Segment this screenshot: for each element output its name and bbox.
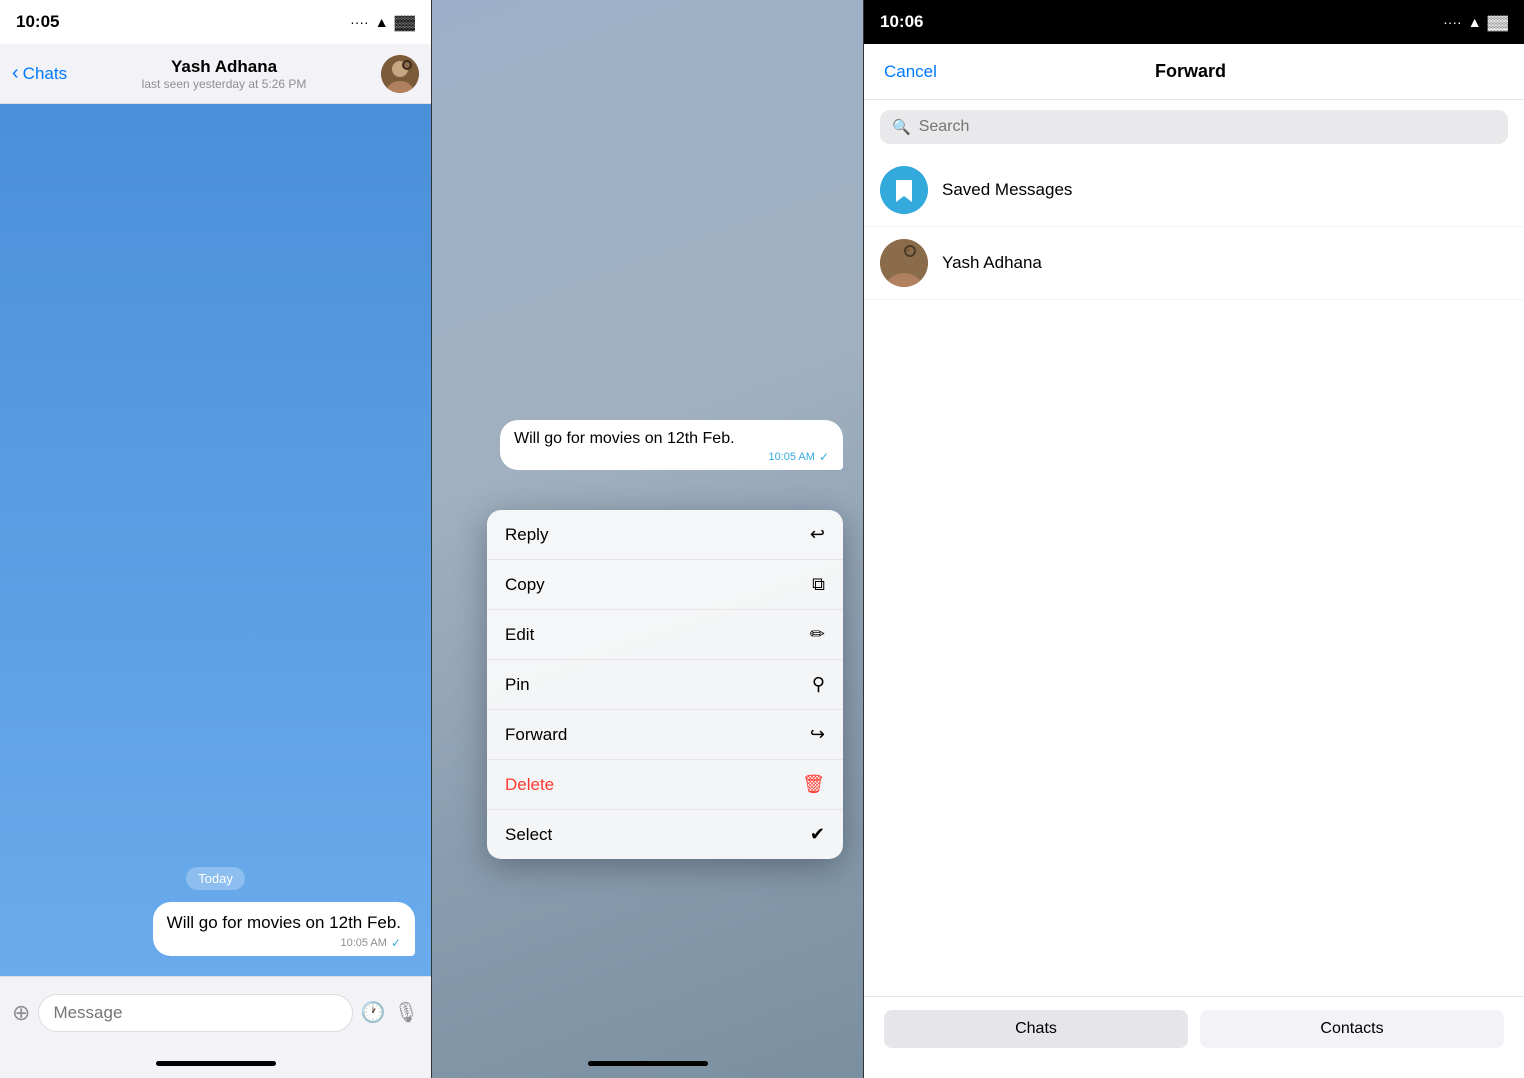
message-bubble[interactable]: Will go for movies on 12th Feb. 10:05 AM…: [153, 902, 415, 956]
forward-wifi-icon: ▲: [1468, 14, 1482, 30]
contacts-list: Saved Messages Yash Adhana: [864, 154, 1524, 996]
message-meta: 10:05 AM ✓: [167, 936, 401, 950]
contact-saved-messages[interactable]: Saved Messages: [864, 154, 1524, 227]
home-bar: [0, 1048, 431, 1078]
context-menu-forward[interactable]: Forward ↪: [487, 710, 843, 760]
context-menu-copy[interactable]: Copy ⧉: [487, 560, 843, 610]
search-bar: 🔍: [864, 100, 1524, 154]
edit-label: Edit: [505, 625, 534, 645]
avatar-image: [381, 55, 419, 93]
saved-messages-name: Saved Messages: [942, 180, 1072, 200]
saved-messages-avatar: [880, 166, 928, 214]
wifi-icon: ▲: [375, 14, 389, 30]
date-pill: Today: [186, 867, 245, 890]
cancel-button[interactable]: Cancel: [884, 62, 937, 82]
context-message-time: 10:05 AM: [768, 451, 814, 463]
chat-panel: 10:05 ···· ▲ ▓▓ ‹ Chats Yash Adhana last…: [0, 0, 432, 1078]
forward-status-time: 10:06: [880, 12, 923, 32]
context-home-indicator: [588, 1061, 708, 1066]
voice-icon[interactable]: 🎙: [394, 1000, 419, 1025]
edit-icon: ✏: [810, 624, 825, 645]
chevron-left-icon: ‹: [12, 62, 19, 85]
back-button[interactable]: ‹ Chats: [12, 62, 67, 85]
delete-icon: 🗑: [802, 774, 825, 795]
chat-nav-bar: ‹ Chats Yash Adhana last seen yesterday …: [0, 44, 431, 104]
battery-icon: ▓▓: [395, 14, 415, 30]
chat-input-bar: ⊕ 🕐 🎙: [0, 976, 431, 1048]
context-message-text: Will go for movies on 12th Feb.: [514, 430, 735, 447]
forward-status-bar: 10:06 ···· ▲ ▓▓: [864, 0, 1524, 44]
yash-avatar: [880, 239, 928, 287]
forward-panel: 10:06 ···· ▲ ▓▓ Cancel Forward 🔍 S: [864, 0, 1524, 1078]
signal-icon: ····: [350, 14, 369, 30]
back-label[interactable]: Chats: [23, 64, 67, 84]
copy-icon: ⧉: [812, 574, 825, 595]
attach-icon[interactable]: ⊕: [12, 1000, 30, 1026]
select-label: Select: [505, 825, 552, 845]
context-menu-select[interactable]: Select ✔: [487, 810, 843, 859]
reply-label: Reply: [505, 525, 548, 545]
chat-status-bar: 10:05 ···· ▲ ▓▓: [0, 0, 431, 44]
search-input-wrap: 🔍: [880, 110, 1508, 144]
context-menu-reply[interactable]: Reply ↩: [487, 510, 843, 560]
search-icon: 🔍: [892, 118, 911, 136]
contact-yash[interactable]: Yash Adhana: [864, 227, 1524, 300]
forward-title: Forward: [1155, 61, 1226, 82]
search-input[interactable]: [919, 118, 1496, 136]
context-message-bubble: Will go for movies on 12th Feb. 10:05 AM…: [500, 420, 843, 470]
chat-user-status: last seen yesterday at 5:26 PM: [142, 77, 307, 91]
delete-label: Delete: [505, 775, 554, 795]
forward-signal-icon: ····: [1443, 14, 1462, 30]
pin-icon: ⚲: [812, 674, 825, 695]
tab-chats[interactable]: Chats: [884, 1010, 1188, 1048]
context-message-tick-icon: ✓: [819, 450, 829, 464]
tab-contacts[interactable]: Contacts: [1200, 1010, 1504, 1048]
home-indicator: [156, 1061, 276, 1066]
context-panel: Will go for movies on 12th Feb. 10:05 AM…: [432, 0, 864, 1078]
context-home-bar: [432, 1048, 863, 1078]
context-menu-pin[interactable]: Pin ⚲: [487, 660, 843, 710]
messages-area: Today Will go for movies on 12th Feb. 10…: [0, 104, 431, 976]
status-time: 10:05: [16, 12, 59, 32]
emoji-icon[interactable]: 🕐: [361, 1000, 386, 1025]
context-menu-edit[interactable]: Edit ✏: [487, 610, 843, 660]
message-text: Will go for movies on 12th Feb.: [167, 913, 401, 932]
forward-status-icons: ···· ▲ ▓▓: [1443, 14, 1508, 30]
message-time: 10:05 AM: [340, 937, 386, 949]
reply-icon: ↩: [810, 524, 825, 545]
message-input[interactable]: [38, 994, 352, 1032]
context-menu-delete[interactable]: Delete 🗑: [487, 760, 843, 810]
tab-bar: Chats Contacts: [864, 996, 1524, 1078]
date-badge: Today: [16, 867, 415, 890]
chat-user-info: Yash Adhana last seen yesterday at 5:26 …: [75, 57, 373, 91]
select-icon: ✔: [810, 824, 825, 845]
context-menu: Reply ↩ Copy ⧉ Edit ✏ Pin ⚲ Forward ↪ De…: [487, 510, 843, 859]
chat-user-name: Yash Adhana: [171, 57, 277, 77]
context-message-meta: 10:05 AM ✓: [514, 450, 829, 464]
message-tick-icon: ✓: [391, 936, 401, 950]
forward-nav-bar: Cancel Forward: [864, 44, 1524, 100]
yash-name: Yash Adhana: [942, 253, 1042, 273]
status-icons: ···· ▲ ▓▓: [350, 14, 415, 30]
copy-label: Copy: [505, 575, 545, 595]
forward-icon: ↪: [810, 724, 825, 745]
avatar[interactable]: [381, 55, 419, 93]
pin-label: Pin: [505, 675, 530, 695]
forward-battery-icon: ▓▓: [1488, 14, 1508, 30]
forward-label: Forward: [505, 725, 567, 745]
